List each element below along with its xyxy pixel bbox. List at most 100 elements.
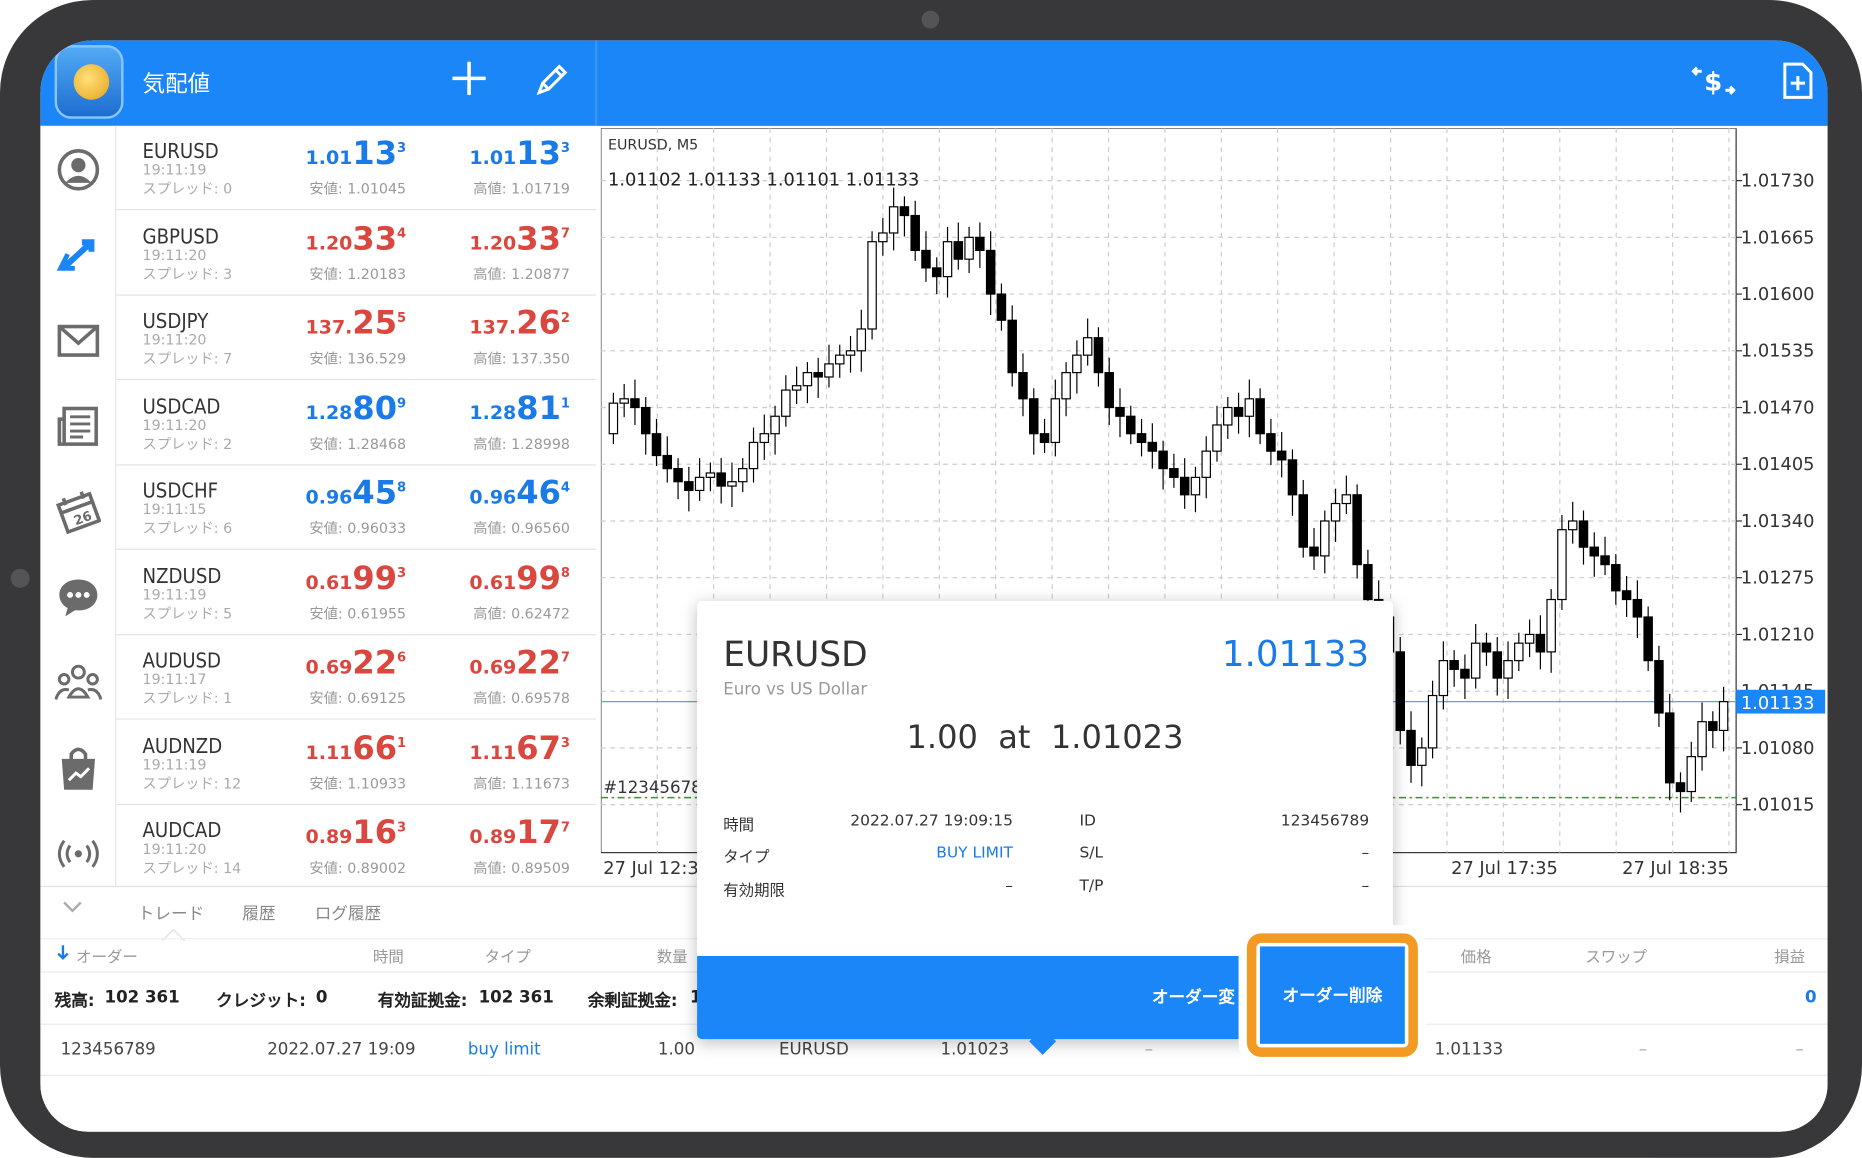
header-type[interactable]: タイプ <box>485 944 531 967</box>
popup-time-label: 時間 <box>723 817 755 835</box>
home-sensor <box>10 568 30 588</box>
quote-row[interactable]: AUDNZD 19:11:19 スプレッド: 12 1.11661 1.1167… <box>116 720 597 805</box>
tab-log-history[interactable]: ログ履歴 <box>315 901 382 925</box>
header-price[interactable]: 価格 <box>1461 944 1492 967</box>
price-axis-label: 1.01340 <box>1741 511 1815 532</box>
tablet-frame: 気配値 $ 26 EURUSD 19:11:19 スプレッド: 0 1.0113… <box>0 0 1862 1158</box>
candle-body <box>1061 372 1071 400</box>
header-order[interactable]: オーダー <box>76 944 138 967</box>
quote-row[interactable]: NZDUSD 19:11:19 スプレッド: 5 0.61993 0.61998… <box>116 550 597 635</box>
pencil-icon[interactable] <box>534 62 570 105</box>
candle-body <box>662 454 673 470</box>
candle-body <box>791 385 802 391</box>
delete-order-button[interactable]: オーダー削除 <box>1259 946 1405 1044</box>
candle-body <box>1406 729 1416 766</box>
candle-body <box>1341 494 1352 505</box>
quote-spread: スプレッド: 0 <box>142 180 233 198</box>
sort-down-icon[interactable] <box>57 944 69 965</box>
svg-text:26: 26 <box>72 509 94 529</box>
quote-row[interactable]: EURUSD 19:11:19 スプレッド: 0 1.01133 1.01133… <box>116 126 597 211</box>
candle-body <box>1600 555 1610 566</box>
quote-ask: 137.262 <box>469 305 570 342</box>
community-icon[interactable] <box>48 652 110 714</box>
quote-row[interactable]: GBPUSD 19:11:20 スプレッド: 3 1.20334 1.20337… <box>116 211 597 296</box>
quote-row[interactable]: AUDCAD 19:11:20 スプレッド: 14 0.89163 0.8917… <box>116 805 597 890</box>
time-axis-label: 27 Jul 12:30 <box>603 858 710 879</box>
news-icon[interactable] <box>48 395 110 457</box>
candle-body <box>985 249 996 295</box>
quote-spread: スプレッド: 12 <box>142 774 242 792</box>
new-document-icon[interactable] <box>1781 62 1814 107</box>
candle-body <box>856 328 867 352</box>
candle-body <box>684 481 694 492</box>
candle-body <box>953 241 964 260</box>
mail-icon[interactable] <box>48 310 110 372</box>
quote-symbol: EURUSD <box>142 140 219 164</box>
collapse-icon[interactable] <box>62 899 83 920</box>
account-icon[interactable] <box>48 139 110 201</box>
candle-body <box>878 232 888 243</box>
quote-row[interactable]: USDCAD 19:11:20 スプレッド: 2 1.28809 1.28811… <box>116 381 597 465</box>
candle-body <box>1417 747 1427 766</box>
tab-trade[interactable]: トレード <box>138 901 205 925</box>
order-id: 123456789 <box>60 1040 156 1060</box>
candle-body <box>727 481 737 487</box>
quote-row[interactable]: AUDUSD 19:11:17 スプレッド: 1 0.69226 0.69227… <box>116 635 597 720</box>
popup-tp-label: T/P <box>1079 877 1104 896</box>
popup-type-value: BUY LIMIT <box>936 844 1013 863</box>
popup-time-value: 2022.07.27 19:09:15 <box>850 812 1013 831</box>
quote-low: 安値: 136.529 <box>309 350 407 367</box>
candle-body <box>888 206 899 234</box>
plus-icon[interactable] <box>450 59 488 104</box>
price-axis-label: 1.01470 <box>1741 397 1815 418</box>
quote-high: 高値: 0.89509 <box>473 859 570 877</box>
quote-high: 高値: 1.11673 <box>473 774 570 792</box>
order-current-price: 1.01133 <box>1434 1040 1504 1060</box>
page-title: 気配値 <box>142 71 211 98</box>
quote-low: 安値: 1.20183 <box>309 265 407 283</box>
signal-icon[interactable] <box>48 823 110 885</box>
quote-row[interactable]: USDCHF 19:11:15 スプレッド: 6 0.96458 0.96464… <box>116 466 597 550</box>
candle-body <box>1438 660 1449 697</box>
app-logo[interactable] <box>54 45 124 119</box>
candle-body <box>705 472 716 478</box>
candle-body <box>694 476 705 492</box>
market-icon[interactable] <box>48 737 110 799</box>
order-symbol: EURUSD <box>779 1040 849 1060</box>
quote-row[interactable]: USDJPY 19:11:20 スプレッド: 7 137.255 137.262… <box>116 296 597 380</box>
tab-history[interactable]: 履歴 <box>242 901 275 925</box>
quotes-icon[interactable] <box>48 224 110 286</box>
candle-body <box>1179 476 1190 496</box>
order-type: buy limit <box>467 1040 541 1060</box>
candle-body <box>748 441 759 470</box>
quote-ask: 1.01133 <box>469 135 570 173</box>
order-time: 2022.07.27 19:09 <box>267 1040 416 1060</box>
chat-icon[interactable] <box>48 566 110 628</box>
dollar-exchange-icon[interactable]: $ <box>1691 62 1739 107</box>
calendar-icon[interactable]: 26 <box>48 481 110 543</box>
header-swap[interactable]: スワップ <box>1585 944 1647 967</box>
candle-body <box>716 472 726 487</box>
price-axis-label: 1.01600 <box>1741 284 1815 305</box>
candle-body <box>1212 424 1222 452</box>
popup-description: Euro vs US Dollar <box>723 680 868 700</box>
candle-body <box>899 206 910 217</box>
price-axis-label: 1.01535 <box>1741 341 1815 362</box>
current-price-label: 1.01133 <box>1741 693 1815 714</box>
quote-bid: 0.96458 <box>305 475 407 512</box>
candle-body <box>802 372 813 387</box>
quote-bid: 0.61993 <box>305 559 407 597</box>
quote-time: 19:11:19 <box>142 755 207 773</box>
modify-order-button[interactable]: オーダー変 <box>1152 984 1235 1008</box>
quote-time: 19:11:15 <box>142 501 207 518</box>
header-time[interactable]: 時間 <box>373 944 404 967</box>
candle-body <box>1007 319 1017 374</box>
header-quantity[interactable]: 数量 <box>657 944 688 967</box>
candle-body <box>1546 598 1556 653</box>
candle-body <box>1039 433 1050 444</box>
candle-body <box>1664 712 1675 784</box>
quote-bid: 137.255 <box>305 305 407 342</box>
quote-bid: 1.11661 <box>305 729 407 767</box>
candle-body <box>1632 598 1643 618</box>
header-profit[interactable]: 損益 <box>1774 944 1805 967</box>
